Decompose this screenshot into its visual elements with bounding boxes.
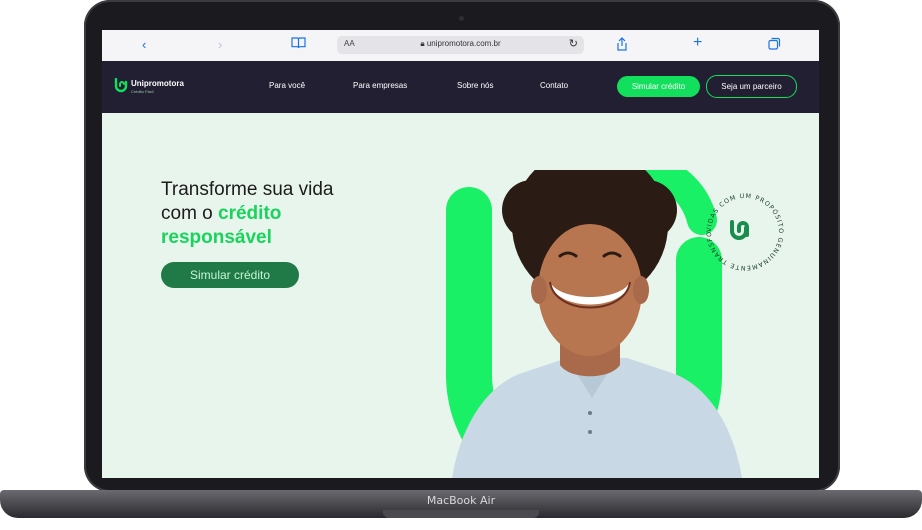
url-value: unipromotora.com.br (426, 39, 501, 48)
address-bar[interactable]: AA 🔒︎ unipromotora.com.br ↻ (337, 36, 584, 54)
reload-icon[interactable]: ↻ (569, 37, 578, 50)
back-icon[interactable]: ‹ (142, 37, 146, 53)
nav-para-empresas[interactable]: Para empresas (353, 81, 407, 90)
tabs-icon[interactable] (768, 37, 781, 54)
unipromotora-logo-icon[interactable] (114, 78, 128, 93)
simular-credito-button[interactable]: Simular crédito (617, 76, 700, 97)
bookmarks-icon[interactable] (291, 37, 306, 53)
nav-contato[interactable]: Contato (540, 81, 568, 90)
hero-simular-credito-button[interactable]: Simular crédito (161, 262, 299, 288)
site-header: Unipromotora Crédito Fácil Para você Par… (102, 61, 819, 113)
safari-toolbar: ‹ › AA 🔒︎ unipromotora.com.br ↻ + (102, 30, 819, 62)
hero-headline: Transforme sua vida com o crédito respon… (161, 178, 333, 250)
logo-name[interactable]: Unipromotora (131, 79, 184, 88)
headline-highlight-responsavel: responsável (161, 227, 272, 248)
share-icon[interactable] (616, 37, 628, 55)
browser-screen: ‹ › AA 🔒︎ unipromotora.com.br ↻ + Unipro… (102, 30, 819, 478)
headline-highlight-credito: crédito (218, 203, 282, 224)
laptop-notch (383, 510, 539, 518)
headline-line-2-prefix: com o (161, 203, 219, 224)
camera-icon (459, 16, 464, 21)
device-label: MacBook Air (426, 494, 496, 507)
url-text: 🔒︎ unipromotora.com.br (337, 39, 584, 49)
seja-parceiro-button[interactable]: Seja um parceiro (706, 75, 797, 98)
hero-illustration: VIDAS COM UM PROPÓSITO GENUINAMENTE TRAN… (432, 170, 783, 478)
nav-para-voce[interactable]: Para você (269, 81, 305, 90)
nav-sobre-nos[interactable]: Sobre nós (457, 81, 493, 90)
lock-icon: 🔒︎ (420, 39, 425, 48)
new-tab-icon[interactable]: + (693, 35, 702, 51)
headline-line-1: Transforme sua vida (161, 179, 334, 200)
logo-tagline: Crédito Fácil (131, 89, 154, 94)
forward-icon[interactable]: › (218, 37, 222, 53)
